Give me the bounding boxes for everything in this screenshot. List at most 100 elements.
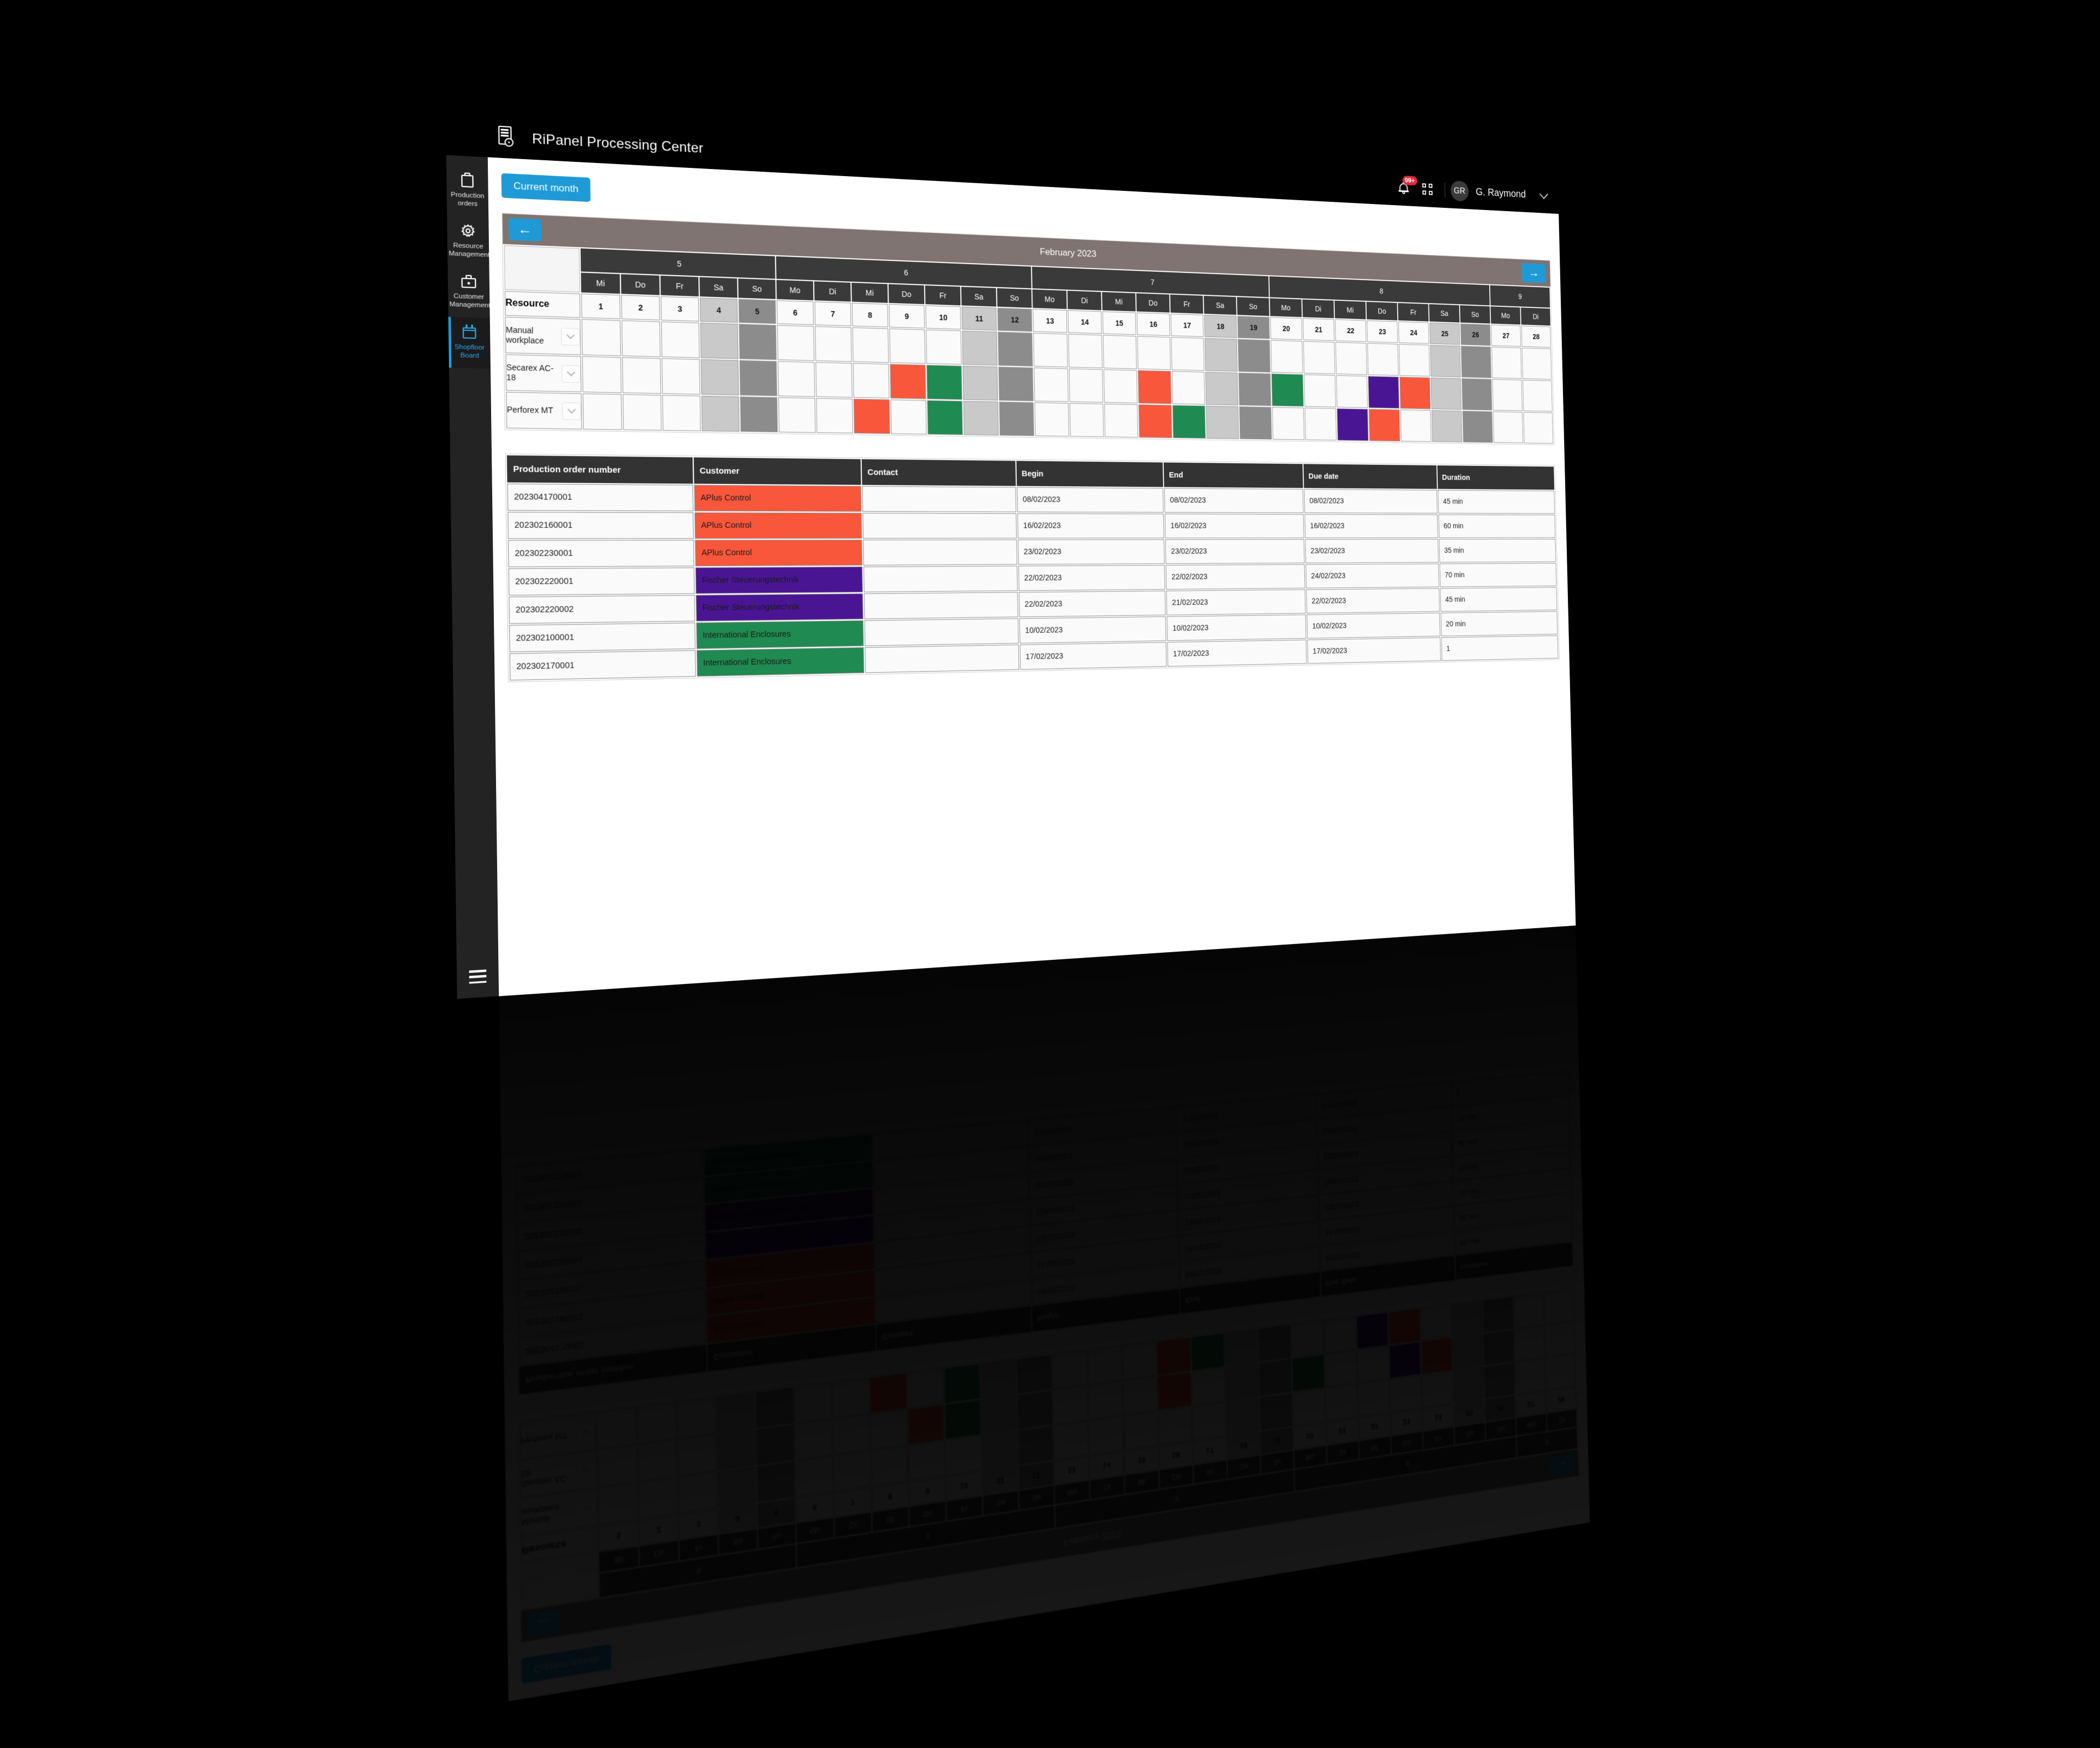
grid-apps-icon[interactable]: [1446, 1547, 1471, 1578]
table-row[interactable]: 202302170001 International Enclosures 17/0…: [516, 1071, 1569, 1194]
sidebar-item-shopfloor-board[interactable]: Shopfloor Board: [448, 317, 491, 369]
orders-column-header[interactable]: Contact: [861, 459, 1016, 486]
gantt-cell: [621, 320, 661, 357]
chevron-down-icon[interactable]: [576, 1421, 596, 1442]
orders-column-header[interactable]: End: [1164, 462, 1303, 488]
orders-column-header[interactable]: Begin: [1016, 461, 1164, 487]
orders-column-header[interactable]: Production order number: [519, 1344, 707, 1395]
gantt-task-block[interactable]: [1191, 1333, 1225, 1371]
gantt-task-block[interactable]: [853, 399, 890, 434]
gantt-task-block[interactable]: [1389, 1308, 1420, 1345]
current-month-button[interactable]: Current month: [501, 173, 591, 202]
orders-column-header[interactable]: Contact: [876, 1306, 1031, 1351]
gantt-task-block[interactable]: [1368, 376, 1399, 409]
gantt-cell: [871, 1409, 908, 1450]
gantt-task-block[interactable]: [944, 1400, 981, 1440]
gantt-day-number: 16: [1136, 312, 1170, 336]
gantt-task-block[interactable]: [1421, 1337, 1452, 1374]
gantt-day-number: 7: [834, 1487, 872, 1517]
previous-month-button[interactable]: ←: [527, 1609, 561, 1637]
orders-column-header[interactable]: Customer: [707, 1324, 876, 1372]
chevron-down-icon[interactable]: [577, 1498, 597, 1519]
gantt-week-header: 9: [1490, 285, 1550, 308]
table-row[interactable]: 202302220001 Fischer Steuerungstechnik 22/…: [517, 1144, 1571, 1280]
orders-column-header[interactable]: Customer: [693, 457, 861, 485]
gantt-cell: [998, 366, 1034, 401]
next-month-button[interactable]: →: [1549, 1453, 1574, 1477]
sidebar-item-resource-management[interactable]: Resource Management: [447, 215, 490, 268]
avatar[interactable]: GR: [1450, 180, 1469, 202]
cell-customer: International Enclosures: [696, 647, 865, 677]
next-month-button[interactable]: →: [1521, 263, 1546, 283]
gantt-cell: [926, 329, 962, 365]
cell-begin: 16/02/2023: [1031, 1237, 1179, 1279]
gantt-task-block[interactable]: [1356, 1312, 1389, 1349]
gantt-task-block[interactable]: [1138, 370, 1172, 404]
gantt-task-block[interactable]: [1157, 1337, 1191, 1376]
chevron-down-icon[interactable]: [1539, 189, 1548, 199]
gantt-dayname-header: Do: [1136, 293, 1170, 313]
sidebar-item-resource-management[interactable]: Resource Management: [465, 1588, 508, 1647]
orders-column-header[interactable]: Duration: [1437, 465, 1555, 490]
gantt-task-block[interactable]: [1389, 1342, 1421, 1379]
sidebar-item-shopfloor-board[interactable]: Shopfloor Board: [463, 1484, 506, 1542]
gantt-task-block[interactable]: [927, 400, 963, 435]
table-row[interactable]: 202302100001 International Enclosures 10/0…: [516, 1096, 1570, 1222]
chevron-down-icon[interactable]: [576, 1460, 597, 1481]
gantt-cell: [700, 323, 739, 359]
table-row[interactable]: 202302230001 APlus Control 23/02/2023 23/02…: [508, 539, 1556, 568]
hamburger-menu-icon[interactable]: [469, 969, 487, 984]
orders-column-header[interactable]: Due date: [1303, 464, 1437, 489]
chevron-down-icon[interactable]: [561, 328, 580, 346]
cell-contact: [875, 1226, 1030, 1269]
cell-contact: [873, 1120, 1028, 1160]
orders-column-header[interactable]: Due date: [1321, 1256, 1455, 1297]
sidebar-item-customer-management[interactable]: Customer Management: [464, 1536, 507, 1594]
sidebar-item-production-orders[interactable]: Production orders: [465, 1640, 508, 1699]
gantt-task-block[interactable]: [926, 365, 962, 400]
sidebar-item-customer-management[interactable]: Customer Management: [448, 266, 491, 318]
gantt-task-block[interactable]: [1172, 405, 1206, 439]
gantt-task-block[interactable]: [870, 1373, 907, 1413]
gantt-task-block[interactable]: [1337, 408, 1369, 441]
cell-contact: [874, 1199, 1030, 1242]
gantt-task-block[interactable]: [1138, 404, 1172, 438]
notifications-button[interactable]: 99+: [1391, 174, 1418, 202]
gantt-cell: [718, 1466, 756, 1508]
current-month-button[interactable]: Current month: [521, 1644, 611, 1684]
table-row[interactable]: 202304170001 APlus Control 08/02/2023 08/02…: [518, 1217, 1572, 1366]
gantt-dayname-header: Mi: [1125, 1470, 1159, 1494]
table-row[interactable]: 202302230001 APlus Control 23/02/2023 23/02…: [518, 1169, 1571, 1308]
chevron-down-icon[interactable]: [561, 365, 581, 383]
gantt-cell: [1367, 343, 1399, 376]
sidebar-item-label: Resource Management: [448, 242, 490, 259]
table-row[interactable]: 202302160001 APlus Control 16/02/2023 16/02…: [508, 511, 1556, 539]
gantt-cell: [739, 324, 777, 360]
gantt-task-block[interactable]: [1271, 373, 1304, 407]
orders-column-header[interactable]: End: [1180, 1272, 1321, 1314]
gantt-task-block[interactable]: [908, 1405, 944, 1444]
table-row[interactable]: 202302220002 Fischer Steuerungstechnik 22/…: [517, 1120, 1570, 1251]
gantt-task-block[interactable]: [1399, 376, 1431, 410]
gantt-cell: [1205, 371, 1239, 406]
gantt-task-block[interactable]: [890, 364, 926, 399]
previous-month-button[interactable]: ←: [508, 218, 541, 242]
sidebar-item-production-orders[interactable]: Production orders: [446, 165, 488, 217]
gantt-task-block[interactable]: [1292, 1354, 1325, 1392]
cell-end: 16/02/2023: [1164, 514, 1304, 539]
notifications-button[interactable]: 99+: [1422, 1551, 1449, 1582]
gantt-dayname-header: Fr: [946, 1496, 983, 1521]
gantt-cell: [1544, 1321, 1575, 1357]
grid-apps-icon[interactable]: [1415, 175, 1439, 203]
orders-column-header[interactable]: Begin: [1031, 1289, 1180, 1332]
orders-column-header[interactable]: Production order number: [506, 455, 693, 484]
chevron-down-icon[interactable]: [1571, 1539, 1580, 1550]
gantt-task-block[interactable]: [1368, 409, 1401, 442]
chevron-down-icon[interactable]: [562, 402, 581, 421]
gantt-task-block[interactable]: [944, 1364, 981, 1403]
table-row[interactable]: 202302160001 APlus Control 16/02/2023 16/02…: [518, 1193, 1572, 1337]
gantt-cell: [678, 1472, 718, 1514]
avatar[interactable]: GR: [1481, 1545, 1501, 1569]
orders-column-header[interactable]: Duration: [1455, 1242, 1573, 1280]
gantt-task-block[interactable]: [1157, 1372, 1192, 1411]
